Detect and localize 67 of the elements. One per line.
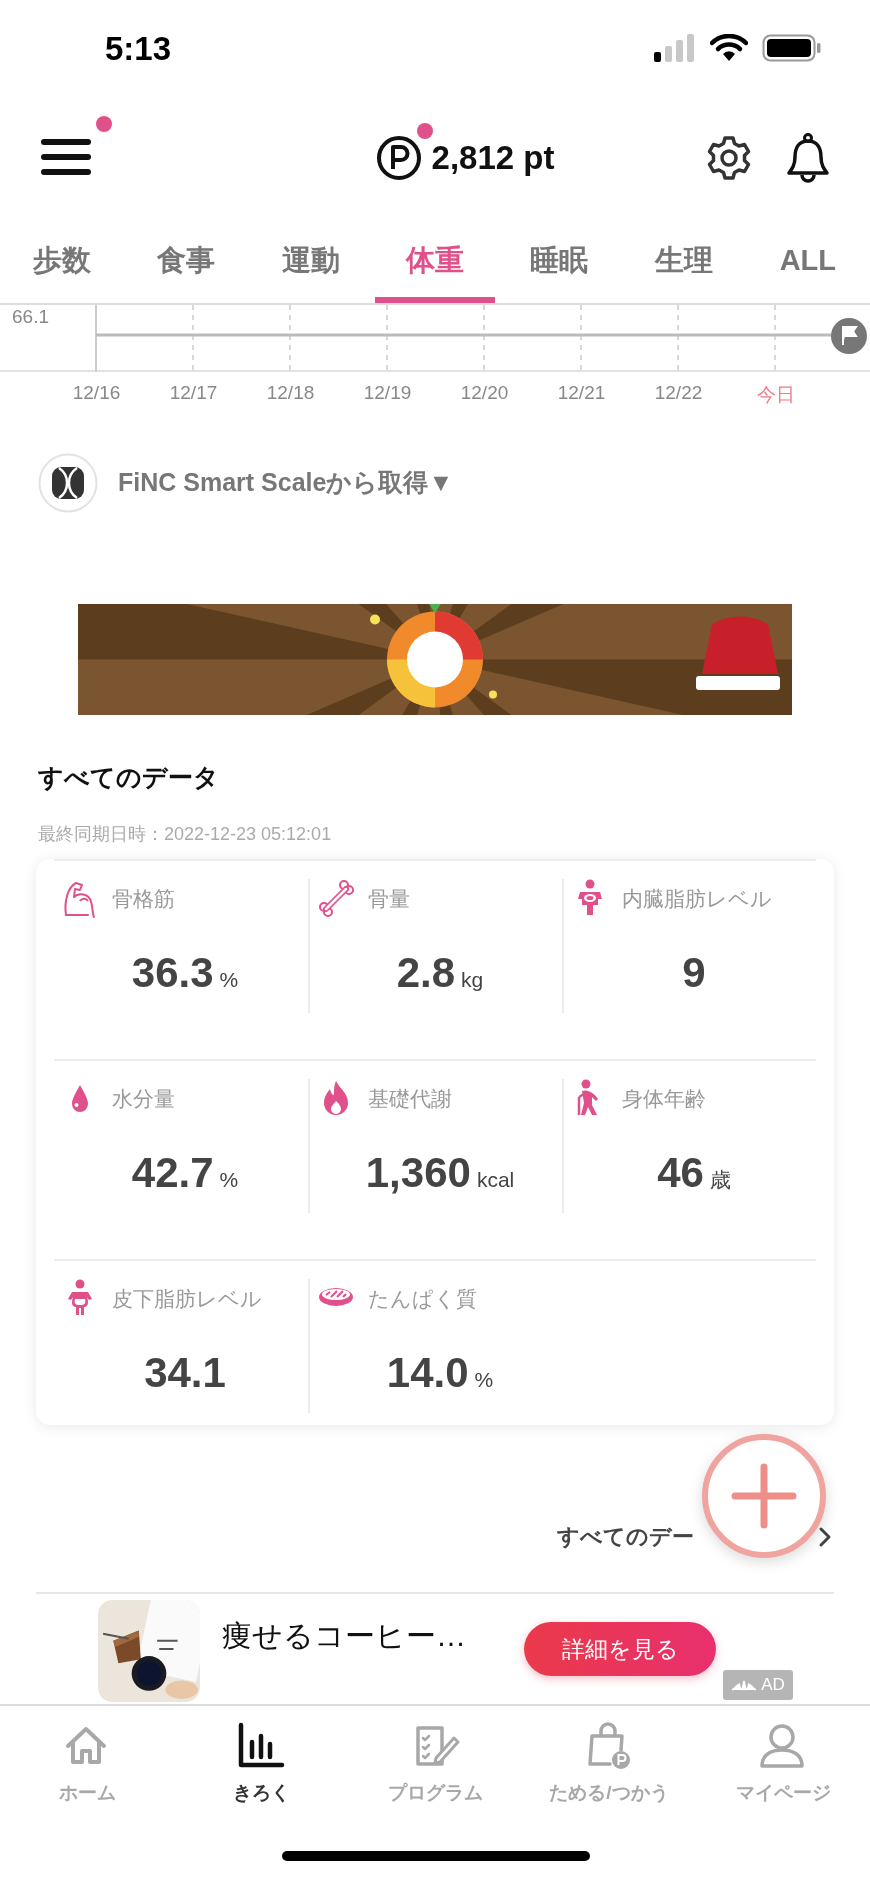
- battery-icon: [762, 33, 822, 62]
- metric-unit: kcal: [476, 1168, 515, 1192]
- metric-label: 基礎代謝: [368, 1086, 452, 1112]
- bone-icon: [318, 879, 354, 919]
- metric-value: 42.7: [131, 1149, 214, 1197]
- metric-unit: kg: [461, 968, 484, 992]
- logo-icon: [731, 1679, 758, 1691]
- date-label: 12/19: [362, 382, 413, 405]
- metric-label: 骨格筋: [112, 886, 175, 912]
- flag-icon: [830, 317, 868, 355]
- all-data-link[interactable]: すべてのデー: [557, 1522, 694, 1552]
- metric-label: 皮下脂肪レベル: [112, 1286, 262, 1312]
- signal-icon: [654, 33, 696, 62]
- date-label: 12/21: [556, 382, 607, 405]
- date-label: 12/20: [459, 382, 510, 405]
- metric-unit: %: [219, 1168, 239, 1192]
- metric-value: 9: [682, 949, 706, 997]
- sync-timestamp: 最終同期日時：2022-12-23 05:12:01: [38, 823, 333, 846]
- nav-tab[interactable]: マイページ: [696, 1722, 870, 1806]
- category-tab[interactable]: 睡眠: [499, 210, 620, 303]
- wifi-icon: [710, 33, 748, 62]
- chevron-icon[interactable]: [818, 1526, 832, 1548]
- nav-tab[interactable]: ホーム: [0, 1722, 174, 1806]
- settings-button[interactable]: [706, 134, 752, 181]
- metric-unit: 歳: [709, 1167, 731, 1193]
- clock-time: 5:13: [105, 29, 172, 69]
- section-title: すべてのデータ: [38, 762, 220, 793]
- axis-value: 66.1: [12, 306, 49, 328]
- category-tab[interactable]: 体重: [374, 210, 496, 303]
- metric-label: 骨量: [368, 886, 410, 912]
- arm-icon: [62, 879, 98, 919]
- metric-value: 46: [657, 1149, 704, 1197]
- metric-unit: %: [219, 968, 239, 992]
- plus-icon: [731, 1463, 797, 1529]
- points-balance: 2,812 pt: [431, 138, 555, 177]
- metric-unit: %: [474, 1368, 494, 1392]
- metric-value: 36.3: [131, 949, 214, 997]
- category-tab[interactable]: 生理: [623, 210, 744, 303]
- details-button[interactable]: 詳細を見る: [524, 1622, 716, 1676]
- ad-title: 痩せるコーヒー…: [222, 1618, 466, 1654]
- date-label: 12/22: [653, 382, 704, 405]
- category-tab[interactable]: 歩数: [2, 210, 123, 303]
- metric-label: たんぱく質: [368, 1286, 477, 1312]
- metric-value: 1,360: [365, 1149, 471, 1197]
- metric-value: 14.0: [386, 1349, 469, 1397]
- nav-tab[interactable]: ためる/つかう: [522, 1722, 696, 1806]
- metric-label: 内臓脂肪レベル: [622, 886, 772, 912]
- bell-icon: [786, 132, 830, 183]
- date-label: 12/16: [71, 382, 122, 405]
- metric-value: 34.1: [144, 1349, 226, 1397]
- settings-icon: [706, 134, 752, 181]
- category-tab[interactable]: ALL: [747, 210, 868, 303]
- data-source-dropdown[interactable]: FiNC Smart Scaleから取得▼: [118, 466, 454, 499]
- metric-label: 水分量: [112, 1086, 175, 1112]
- date-label: 12/17: [168, 382, 219, 405]
- nav-tab[interactable]: プログラム: [348, 1722, 522, 1806]
- nav-tab[interactable]: きろく: [174, 1722, 348, 1806]
- metric-label: 身体年齢: [622, 1086, 706, 1112]
- metric-value: 2.8: [396, 949, 456, 997]
- scale-icon: [38, 452, 98, 513]
- ad-badge: AD: [723, 1670, 793, 1700]
- notifications-button[interactable]: [786, 132, 830, 183]
- category-tab[interactable]: 食事: [126, 210, 247, 303]
- date-label: 今日: [755, 383, 796, 407]
- points-icon: [375, 134, 422, 181]
- category-tab[interactable]: 運動: [250, 210, 371, 303]
- date-label: 12/18: [265, 382, 316, 405]
